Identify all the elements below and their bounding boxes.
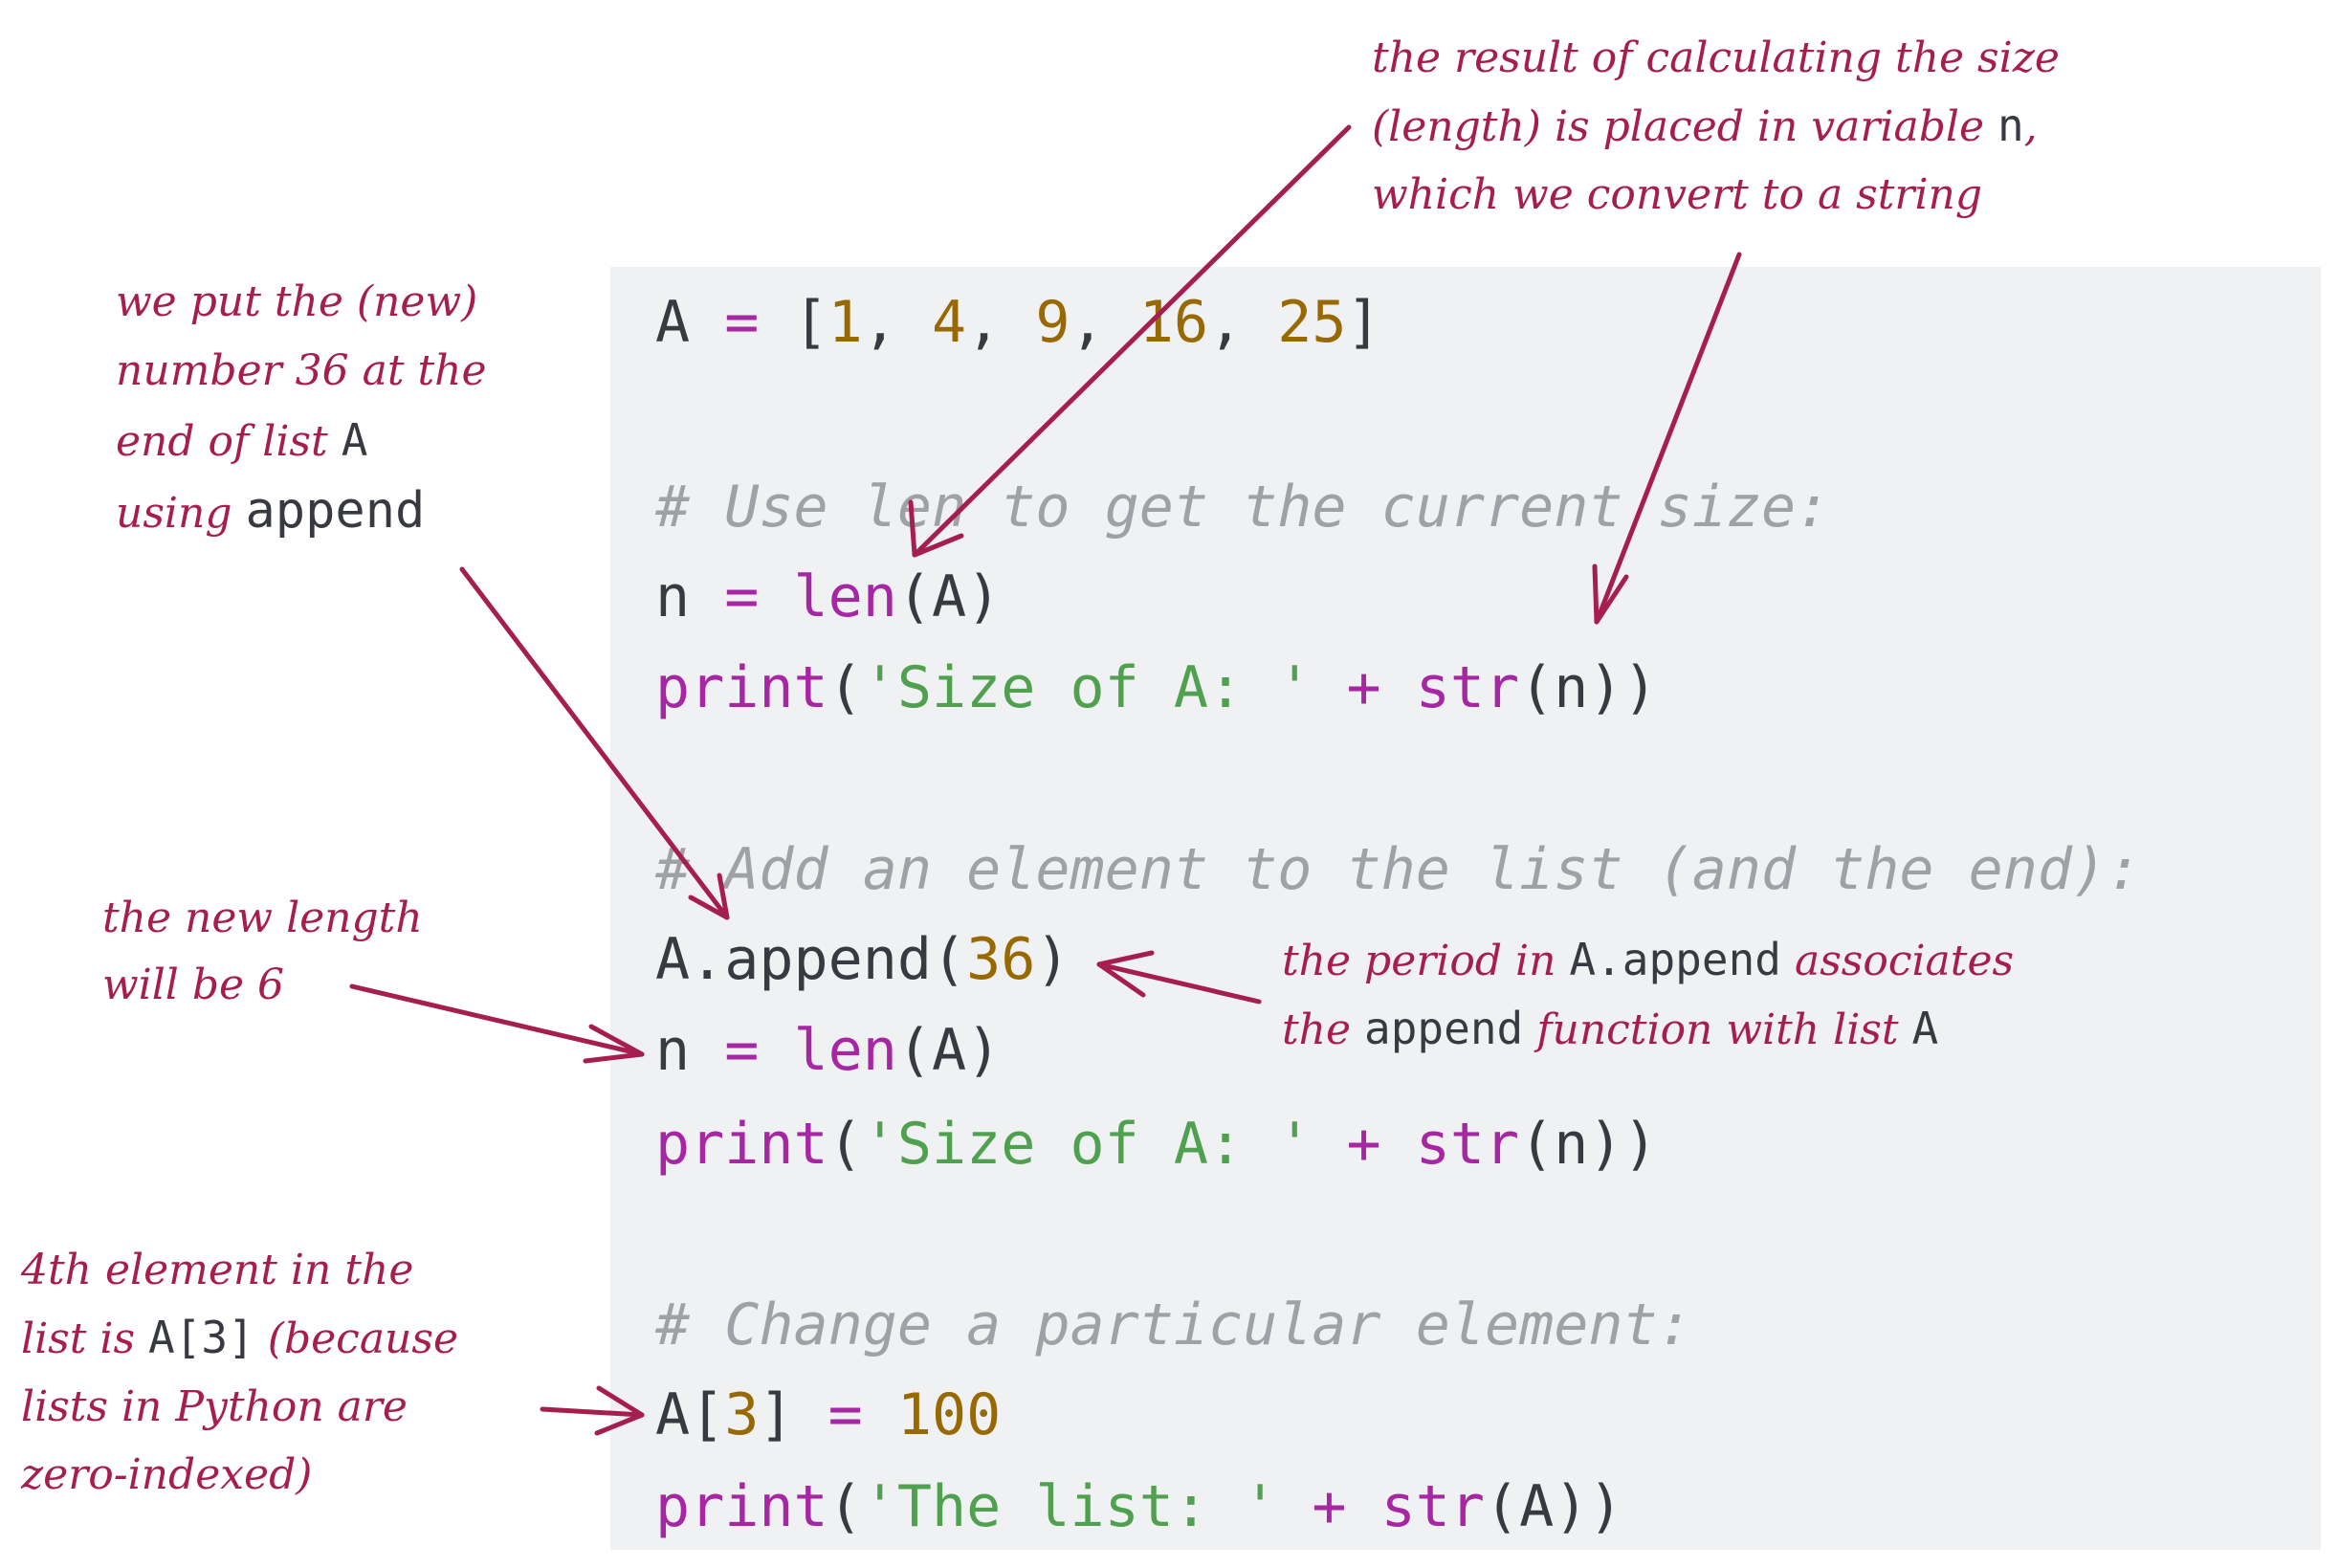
annotation-text: function with list: [1523, 1005, 1912, 1054]
token: str: [1415, 1111, 1520, 1178]
annotation-text: end of list: [116, 417, 342, 466]
token: len: [793, 563, 897, 630]
annotation-code: append: [1364, 1003, 1524, 1054]
token: =: [690, 1017, 794, 1084]
code-line-assign: A[3] = 100: [655, 1377, 1001, 1453]
annotation-text: associates: [1780, 937, 2015, 985]
token: 'Size of A: ': [862, 654, 1313, 721]
code-line-len-2: n = len(A): [655, 1012, 1001, 1089]
token: A.append(: [655, 926, 967, 993]
token: =: [793, 1381, 897, 1448]
token: (n)): [1519, 1111, 1658, 1178]
code-comment-append: # Add an element to the list (and the en…: [655, 836, 2142, 903]
token: ]: [1346, 289, 1381, 356]
token: 'Size of A: ': [862, 1111, 1313, 1178]
annotation-text: 4th element in the: [21, 1246, 414, 1294]
token: print: [655, 1111, 828, 1178]
token: 100: [896, 1381, 1002, 1448]
token: str: [1415, 654, 1520, 721]
code-line-len: n = len(A): [655, 559, 1001, 635]
token: ,: [1208, 289, 1278, 356]
token: n: [655, 1017, 691, 1084]
token: +: [1277, 1473, 1381, 1540]
token: ]: [759, 1381, 794, 1448]
annotation-code: A.append: [1569, 934, 1781, 985]
token: print: [655, 1473, 828, 1540]
annotation-text: number 36 at the: [116, 346, 487, 395]
token: print: [655, 654, 828, 721]
token: ,: [862, 289, 932, 356]
annotation-text: lists in Python are: [21, 1382, 408, 1431]
token: (: [827, 1111, 863, 1178]
token: (A): [896, 563, 1002, 630]
token: len: [793, 1017, 897, 1084]
code-line-print-list: print('The list: ' + str(A)): [655, 1469, 1622, 1545]
code-line-print-size-2: print('Size of A: ' + str(n)): [655, 1106, 1658, 1182]
token: +: [1312, 1111, 1416, 1178]
code-line-list-init: A = [1, 4, 9, 16, 25]: [655, 284, 1381, 361]
token: 25: [1277, 289, 1347, 356]
token: ): [1035, 926, 1070, 993]
annotation-text: list is: [21, 1314, 149, 1363]
token: A[: [655, 1381, 725, 1448]
annotation-code: A: [341, 414, 368, 466]
annotation-text: the period in: [1282, 937, 1570, 985]
code-comment-change: # Change a particular element:: [655, 1292, 1692, 1358]
annotation-period: the period in A.append associates the ap…: [1282, 926, 2014, 1064]
token: (A)): [1484, 1473, 1623, 1540]
annotation-text: ,: [2023, 102, 2038, 151]
token: 9: [1035, 289, 1070, 356]
annotation-text: we put the (new): [116, 277, 478, 326]
token: 3: [724, 1381, 760, 1448]
annotation-text: will be 6: [102, 961, 285, 1009]
token: 16: [1138, 289, 1208, 356]
annotation-code: A[3]: [148, 1312, 254, 1363]
annotation-code: n: [1997, 99, 2024, 151]
token: (: [827, 1473, 863, 1540]
token: [: [793, 289, 828, 356]
annotation-text: the new length: [102, 894, 423, 942]
annotation-new-length: the new length will be 6: [102, 885, 423, 1019]
token: (A): [896, 1017, 1002, 1084]
token: =: [690, 563, 794, 630]
token: 4: [932, 289, 967, 356]
annotation-len-result: the result of calculating the size (leng…: [1372, 24, 2060, 229]
token: +: [1312, 654, 1416, 721]
annotation-text: (length) is placed in variable: [1372, 102, 1997, 151]
token: ,: [1070, 289, 1139, 356]
annotation-text: using: [116, 489, 246, 538]
code-comment-len: # Use len to get the current size:: [655, 474, 1831, 541]
token: =: [690, 289, 794, 356]
annotation-text: the result of calculating the size: [1372, 33, 2060, 82]
annotation-text: the: [1282, 1005, 1365, 1054]
code-line-print-size: print('Size of A: ' + str(n)): [655, 650, 1658, 726]
token: ,: [966, 289, 1036, 356]
token: 'The list: ': [862, 1473, 1278, 1540]
token: str: [1380, 1473, 1485, 1540]
token: n: [655, 563, 691, 630]
token: 1: [827, 289, 863, 356]
token: A: [655, 289, 691, 356]
annotation-text: (because: [254, 1314, 459, 1363]
annotation-text: which we convert to a string: [1372, 170, 1983, 219]
token: (n)): [1519, 654, 1658, 721]
annotation-code: A: [1911, 1003, 1939, 1054]
annotation-code: append: [245, 482, 426, 540]
token: 36: [966, 926, 1036, 993]
token: (: [827, 654, 863, 721]
annotation-index: 4th element in the list is A[3] (because…: [21, 1236, 458, 1509]
annotation-text: zero-indexed): [21, 1450, 313, 1499]
annotation-append: we put the (new) number 36 at the end of…: [116, 268, 487, 548]
code-line-append: A.append(36): [655, 921, 1070, 998]
